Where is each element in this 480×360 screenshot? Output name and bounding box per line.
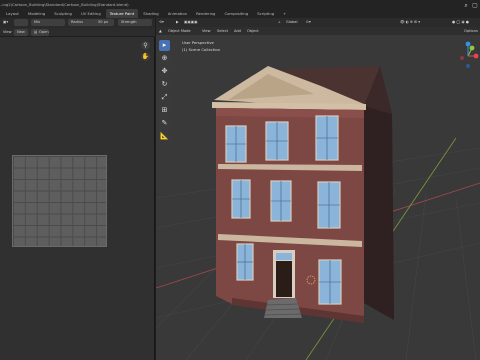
selection-mode-icons[interactable]: ▣▣▣▣	[184, 18, 198, 26]
select-box-icon[interactable]: ▸	[159, 40, 170, 51]
neg-z-axis-icon	[466, 64, 470, 68]
door-transom	[276, 253, 292, 260]
front-door	[276, 261, 292, 297]
pivot-icon[interactable]: ⊙▾	[306, 18, 311, 26]
window-icon[interactable]: ▢	[471, 2, 479, 9]
y-axis-icon	[469, 45, 475, 51]
new-image-button[interactable]: New	[17, 29, 25, 36]
tab-shading[interactable]: Shading	[139, 9, 162, 18]
scale-icon[interactable]: ⤢	[159, 92, 170, 103]
viewport-subheader: ▲ Object Mode View Select Add Object Opt…	[156, 27, 480, 35]
viewport-header: ⟲▾ ▶ ▣▣▣▣ ⟂ Global ⊙▾ 👁 ◐ ⊕ ⊞ ▾ ● ◯ ◉ ●	[156, 18, 480, 27]
cursor-icon[interactable]: ⊕	[159, 53, 170, 64]
transform-icon[interactable]: ⊞	[159, 105, 170, 116]
menu-select[interactable]: Select	[217, 27, 228, 35]
move-icon[interactable]: ✥	[159, 66, 170, 77]
neg-x-axis-icon	[460, 56, 464, 60]
tab-layout[interactable]: Layout	[2, 9, 23, 18]
radius-label: Radius	[71, 20, 84, 24]
3d-viewport[interactable]: ⟲▾ ▶ ▣▣▣▣ ⟂ Global ⊙▾ 👁 ◐ ⊕ ⊞ ▾ ● ◯ ◉ ● …	[156, 18, 480, 360]
search-icon[interactable]: ⌕	[462, 2, 470, 9]
select-tool-icon[interactable]: ▶	[176, 18, 179, 26]
orientation-icon[interactable]: ⟂	[278, 18, 280, 26]
tab-modeling[interactable]: Modeling	[24, 9, 49, 18]
viewport-info: User Perspective (1) Scene Collection	[182, 39, 220, 53]
image-editor-header: ▣▾ Mix Radius 50 px Strength	[0, 18, 155, 28]
open-image-button[interactable]: Open	[39, 29, 49, 36]
pan-hand-icon[interactable]: ✋	[141, 52, 150, 61]
building-side-wall-dark	[364, 106, 394, 320]
scene-collection-label: (1) Scene Collection	[182, 47, 221, 52]
zoom-icon[interactable]: ⚲	[141, 41, 150, 50]
tab-animation[interactable]: Animation	[164, 9, 191, 18]
radius-value: 50 px	[98, 20, 109, 24]
rotate-icon[interactable]: ↻	[159, 79, 170, 90]
overlay-icons[interactable]: 👁 ◐ ⊕ ⊞ ▾	[400, 18, 420, 26]
file-path: ..ing2\Cartoon_Building\Standard\Cartoon…	[0, 2, 129, 7]
z-axis-icon	[465, 41, 471, 47]
editor-type-icon[interactable]: ⟲▾	[159, 18, 164, 26]
options-menu[interactable]: Options	[464, 27, 478, 35]
annotate-icon[interactable]: ✎	[159, 118, 170, 129]
strength-label: Strength	[121, 20, 137, 24]
menu-add[interactable]: Add	[234, 27, 241, 35]
x-axis-icon	[473, 53, 479, 59]
mode-icon[interactable]: ▲	[159, 27, 162, 35]
object-mode-select[interactable]: Object Mode	[168, 27, 191, 35]
folder-icon: ▤	[34, 30, 38, 34]
tab-compositing[interactable]: Compositing	[220, 9, 252, 18]
tab-texture-paint[interactable]: Texture Paint	[105, 9, 139, 18]
tab-sculpting[interactable]: Sculpting	[50, 9, 76, 18]
navigation-gizmo[interactable]	[458, 36, 480, 76]
tab-rendering[interactable]: Rendering	[192, 9, 219, 18]
viewport-scene	[156, 66, 480, 360]
blend-mode-value: Mix	[34, 20, 41, 24]
tab-uv-editing[interactable]: UV Editing	[77, 9, 105, 18]
view-perspective-label: User Perspective	[182, 40, 214, 45]
shading-mode-icons[interactable]: ● ◯ ◉ ●	[452, 18, 469, 26]
editor-type-icon[interactable]: ▣▾	[3, 19, 8, 26]
paint-mode-button[interactable]	[14, 19, 28, 26]
view-menu[interactable]: View	[3, 29, 12, 36]
menu-view[interactable]: View	[202, 27, 211, 35]
top-bar: ..ing2\Cartoon_Building\Standard\Cartoon…	[0, 0, 480, 18]
orientation-select[interactable]: Global	[286, 18, 297, 26]
viewport-toolbar: ▸ ⊕ ✥ ↻ ⤢ ⊞ ✎ 📐	[159, 40, 170, 144]
workspace-tabs: Layout Modeling Sculpting UV Editing Tex…	[0, 9, 290, 18]
uv-grid[interactable]	[12, 155, 107, 247]
add-workspace-button[interactable]: +	[279, 9, 290, 18]
image-editor-subheader: View New ▤ Open	[0, 28, 155, 37]
image-editor-panel: ▣▾ Mix Radius 50 px Strength View New ▤ …	[0, 18, 155, 360]
tab-scripting[interactable]: Scripting	[253, 9, 278, 18]
measure-icon[interactable]: 📐	[159, 131, 170, 142]
menu-object[interactable]: Object	[247, 27, 259, 35]
